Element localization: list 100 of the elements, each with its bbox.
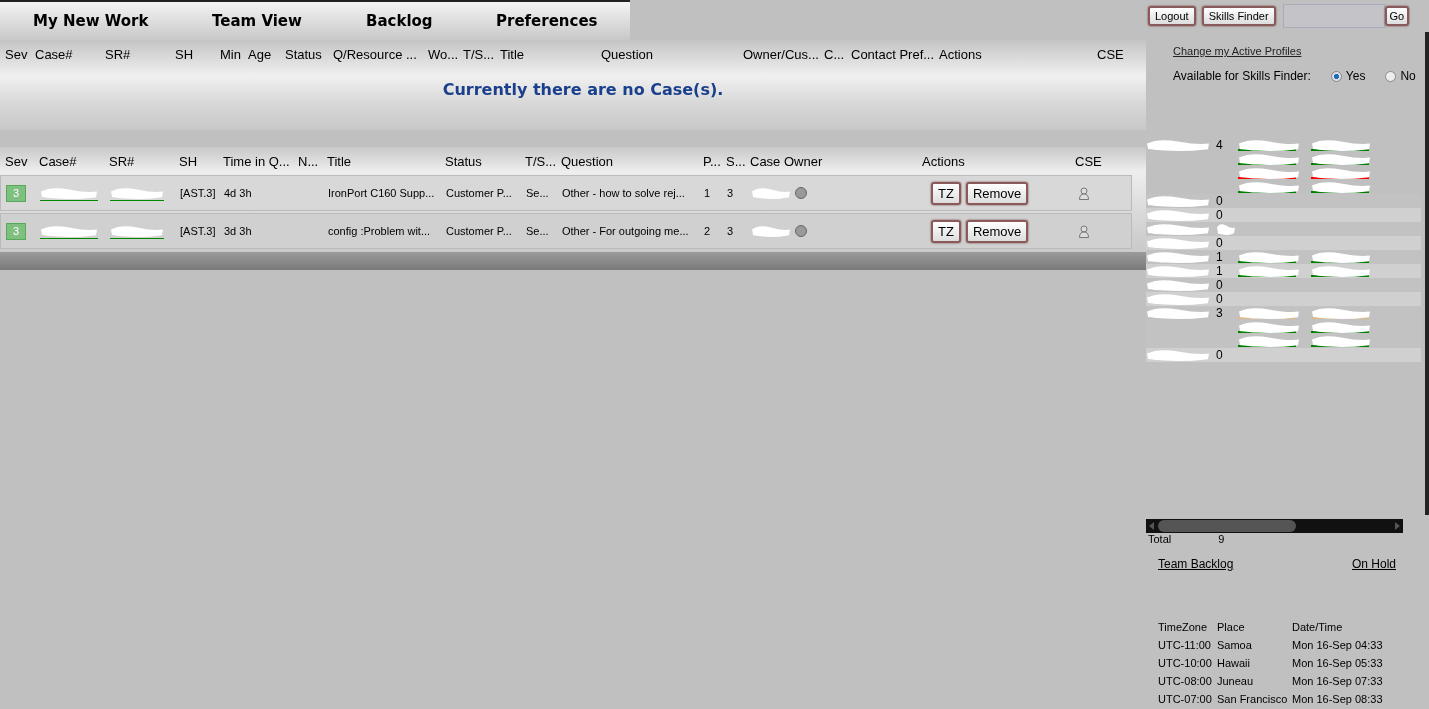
redaction-mark [1238,306,1300,320]
redaction-mark [751,224,791,238]
redaction-mark [1146,306,1210,320]
person-icon[interactable] [1079,186,1089,200]
column-header: Contact Pref... [851,46,936,62]
radio-option[interactable]: Yes [1330,69,1366,83]
table-cell-text: Customer P... [446,225,513,237]
nav-tab[interactable]: Preferences [496,12,598,30]
action-button[interactable]: Remove [965,181,1029,205]
column-header: S... [726,153,747,169]
column-header: Sev [5,46,29,62]
sidebar-link[interactable]: On Hold [1351,557,1396,571]
toolbar-button[interactable]: Skills Finder [1201,6,1276,26]
toolbar-button[interactable]: Logout [1148,6,1196,26]
column-header: SR# [109,153,136,169]
redaction-mark [1311,152,1371,166]
column-header: Question [561,153,615,169]
redaction-mark [1311,306,1371,320]
case-count: 0 [1216,236,1224,250]
column-header: T/S... [525,153,558,169]
person-icon[interactable] [1079,224,1089,238]
column-header: CSE [1075,153,1103,169]
status-dot-icon [795,187,807,199]
redaction-mark [1146,236,1210,250]
redaction-mark [1311,320,1371,334]
column-header: Case# [39,153,78,169]
redaction-mark [1311,180,1371,194]
redaction-mark [1238,320,1300,334]
redaction-mark [1238,334,1300,348]
redaction-mark [1146,138,1210,152]
column-header: Case# [35,46,74,62]
case-count: 0 [1216,348,1224,362]
column-header: P... [703,153,722,169]
table-cell-text: 4d 3h [224,187,253,199]
sr-link[interactable] [110,223,164,239]
table-cell-text: Hawaii [1217,657,1251,669]
redaction-mark [1216,222,1236,236]
redaction-mark [1146,194,1210,208]
case-count: 0 [1216,194,1224,208]
sr-link[interactable] [110,185,164,201]
redaction-mark [1146,208,1210,222]
status-dot-icon [795,225,807,237]
table-cell-text: 3 [727,187,735,199]
table-cell-text: Customer P... [446,187,513,199]
case-link[interactable] [40,185,98,201]
table-cell-text: config :Problem wit... [328,225,432,237]
column-header: SH [179,153,199,169]
table-cell-text: San Francisco [1217,693,1289,705]
total-value: 9 [1218,533,1225,545]
table-cell-text: Juneau [1217,675,1255,687]
redaction-mark [110,185,164,200]
case-count: 0 [1216,278,1224,292]
redaction-mark [1238,180,1300,194]
table-cell-text: Samoa [1217,639,1253,651]
redaction-mark [751,186,791,200]
redaction-mark [1311,334,1371,348]
table-cell-text: Mon 16-Sep 07:33 [1292,675,1384,687]
profiles-link[interactable]: Change my Active Profiles [1173,45,1302,57]
nav-tab[interactable]: My New Work [33,12,149,30]
redaction-mark [1146,222,1210,236]
column-header: Title [500,46,526,62]
radio-option[interactable]: No [1385,69,1416,83]
column-header: Title [327,153,353,169]
column-header: Place [1217,621,1246,633]
column-header: TimeZone [1158,621,1209,633]
case-count: 0 [1216,208,1224,222]
case-count: 1 [1216,264,1224,278]
case-count: 1 [1216,250,1224,264]
column-header: Status [445,153,483,169]
redaction-mark [1238,166,1300,180]
table-cell-text: Se... [526,187,550,199]
action-button[interactable]: TZ [931,219,961,243]
redaction-mark [40,185,98,200]
table-cell-text: Se... [526,225,550,237]
nav-tab[interactable]: Team View [212,12,302,30]
column-header: Min [220,46,242,62]
redaction-mark [1311,264,1371,278]
go-button[interactable]: Go [1384,6,1410,26]
table-cell-text: 1 [704,187,712,199]
table-cell-text: UTC-10:00 [1158,657,1213,669]
redaction-mark [110,223,164,238]
action-button[interactable]: Remove [965,219,1029,243]
redaction-mark [1146,348,1210,362]
column-header: Wo... [428,46,460,62]
search-field[interactable] [1282,4,1385,28]
column-header: Actions [922,153,966,169]
redaction-mark [1311,138,1371,152]
redaction-mark [1238,138,1300,152]
sidebar-link[interactable]: Team Backlog [1158,557,1234,571]
case-link[interactable] [40,223,98,239]
column-header: CSE [1097,46,1125,62]
column-header: Actions [939,46,983,62]
action-button[interactable]: TZ [931,181,961,205]
nav-tab[interactable]: Backlog [366,12,433,30]
redaction-mark [1238,264,1300,278]
redaction-mark [1311,250,1371,264]
column-header: Q/Resource ... [333,46,418,62]
case-count: 3 [1216,306,1224,322]
horizontal-scrollbar[interactable] [1146,519,1403,533]
table-cell-text: Mon 16-Sep 05:33 [1292,657,1384,669]
